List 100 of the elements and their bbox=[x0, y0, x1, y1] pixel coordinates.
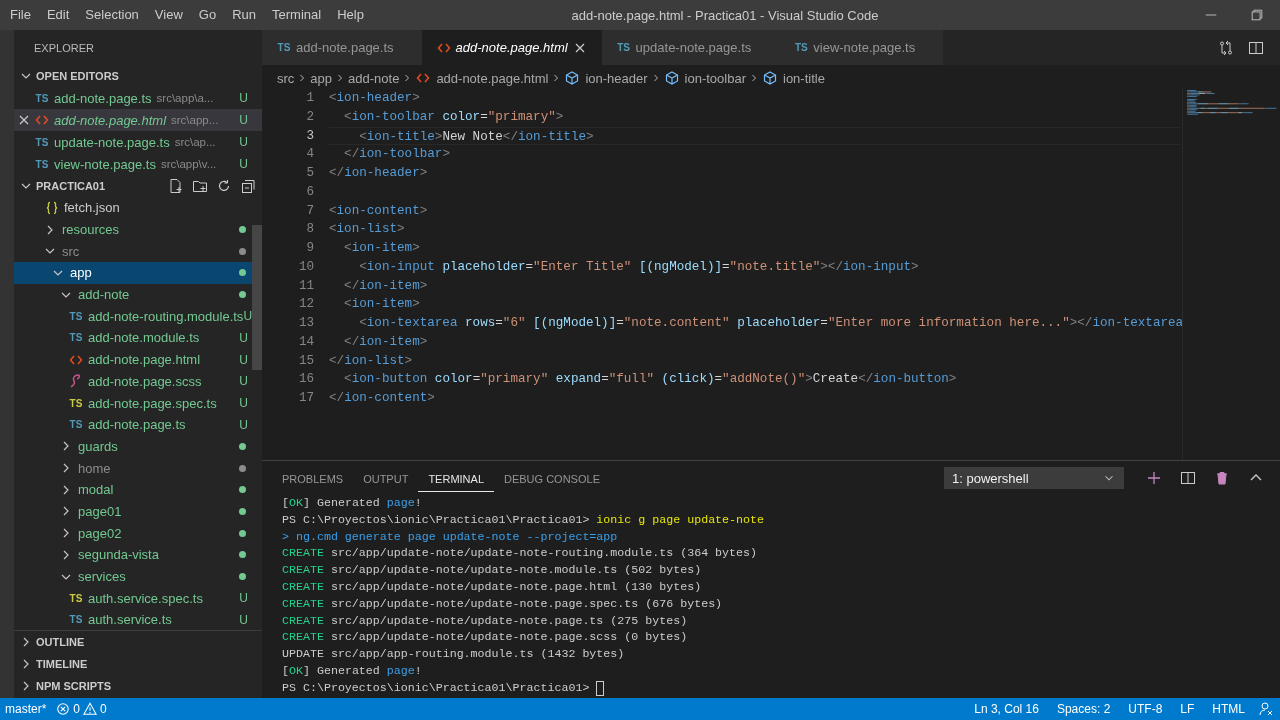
status-item[interactable]: Ln 3, Col 16 bbox=[969, 701, 1044, 717]
menu-item[interactable]: File bbox=[2, 0, 39, 30]
file-name: add-note.module.ts bbox=[88, 330, 200, 346]
tree-item[interactable]: add-note.page.scss U bbox=[14, 370, 252, 393]
tree-item[interactable]: guards bbox=[14, 435, 252, 458]
line-number: 5 bbox=[305, 165, 314, 182]
line-number: 13 bbox=[297, 315, 314, 332]
terminal-dropdown[interactable]: 1: powershell bbox=[944, 467, 1124, 489]
open-editor-item[interactable]: TS view-note.page.ts src\app\v... U bbox=[14, 153, 262, 175]
tree-item[interactable]: TS add-note.module.ts U bbox=[14, 327, 252, 349]
tree-item[interactable]: add-note bbox=[14, 283, 252, 306]
section-header[interactable]: OUTLINE bbox=[14, 631, 262, 653]
file-name: home bbox=[78, 460, 111, 476]
tree-item[interactable]: TS add-note.page.ts U bbox=[14, 413, 252, 436]
breadcrumb[interactable]: app bbox=[310, 70, 333, 86]
code-line: </ion-item> bbox=[343, 334, 428, 349]
file-name: add-note.page.html bbox=[54, 112, 167, 128]
tree-item[interactable]: page01 bbox=[14, 500, 252, 523]
tree-item[interactable]: services bbox=[14, 565, 252, 588]
split-editor-icon bbox=[1248, 39, 1264, 56]
editor-tab[interactable]: TS view-note.page.ts bbox=[779, 30, 944, 65]
tree-item[interactable]: TS auth.service.ts U bbox=[14, 609, 252, 630]
tree-item[interactable]: TS add-note-routing.module.tsU bbox=[14, 305, 252, 328]
file-path: src\app\a... bbox=[156, 92, 214, 104]
editor-tab[interactable]: TS add-note.page.ts bbox=[262, 30, 422, 65]
cube-icon bbox=[564, 70, 581, 86]
trash-icon bbox=[1214, 470, 1230, 486]
typescript-file-icon: TS bbox=[68, 592, 84, 604]
git-status: U bbox=[239, 330, 248, 345]
open-editor-item[interactable]: TS update-note.page.ts src\ap... U bbox=[14, 131, 262, 153]
file-name: add-note.page.scss bbox=[88, 373, 202, 389]
breadcrumb[interactable]: ion-title bbox=[762, 70, 825, 86]
tree-item[interactable]: TS add-note.page.spec.ts U bbox=[14, 392, 252, 414]
problems-indicator[interactable]: 0 0 bbox=[51, 702, 112, 716]
terminal-line: [OK] Generated page! bbox=[282, 495, 422, 511]
panel-tab[interactable]: PROBLEMS bbox=[272, 464, 354, 492]
open-editor-item[interactable]: add-note.page.html src\app... U bbox=[14, 109, 262, 131]
file-name: add-note bbox=[78, 287, 130, 303]
scrollbar-thumb[interactable] bbox=[252, 225, 262, 370]
tree-item[interactable]: segunda-vista bbox=[14, 544, 252, 566]
git-branch[interactable]: master* bbox=[0, 702, 52, 716]
git-status: U bbox=[239, 352, 248, 367]
editor-tab[interactable]: add-note.page.html bbox=[421, 30, 602, 65]
panel-tab[interactable]: OUTPUT bbox=[353, 464, 419, 492]
file-name: auth.service.spec.ts bbox=[88, 590, 203, 606]
status-item[interactable]: LF bbox=[1175, 701, 1200, 717]
section-header[interactable]: OPEN EDITORS bbox=[14, 65, 262, 87]
tree-item[interactable]: fetch.json bbox=[14, 197, 252, 219]
line-number: 2 bbox=[305, 108, 314, 126]
compare-changes-icon bbox=[1218, 39, 1234, 56]
status-item[interactable]: UTF-8 bbox=[1123, 701, 1168, 717]
line-number: 16 bbox=[297, 371, 314, 389]
tree-item[interactable]: TS auth.service.spec.ts U bbox=[14, 587, 252, 610]
section-header[interactable]: PRACTICA01 bbox=[14, 175, 262, 197]
code-line: <ion-list> bbox=[329, 222, 405, 237]
code-line: <ion-input placeholder="Enter Title" [(ngModel)]="note.title"></ion-input> bbox=[358, 259, 919, 274]
status-item[interactable]: Spaces: 2 bbox=[1051, 701, 1116, 717]
breadcrumb[interactable]: ion-header bbox=[564, 70, 648, 86]
typescript-file-icon: TS bbox=[68, 614, 84, 626]
menu-item[interactable]: View bbox=[146, 0, 191, 30]
editor-tab[interactable]: TS update-note.page.ts bbox=[601, 30, 780, 65]
breadcrumb[interactable]: ion-toolbar bbox=[663, 70, 746, 86]
breadcrumb[interactable]: add-note bbox=[348, 70, 400, 86]
file-path: src\app... bbox=[171, 114, 219, 126]
tree-item[interactable]: modal bbox=[14, 478, 252, 501]
menu-item[interactable]: Run bbox=[224, 0, 264, 30]
breadcrumb[interactable]: src bbox=[277, 70, 295, 86]
menu-item[interactable]: Help bbox=[329, 0, 372, 30]
refresh-icon bbox=[216, 178, 232, 194]
menu-item[interactable]: Go bbox=[190, 0, 225, 30]
tree-item[interactable]: src bbox=[14, 240, 252, 263]
breadcrumb[interactable]: add-note.page.html bbox=[415, 70, 549, 86]
file-name: page02 bbox=[78, 525, 122, 541]
panel-tab[interactable]: DEBUG CONSOLE bbox=[494, 464, 610, 492]
file-name: fetch.json bbox=[64, 200, 120, 216]
terminal-line: [OK] Generated page! bbox=[282, 662, 422, 679]
menu-item[interactable]: Terminal bbox=[264, 0, 330, 30]
code-line: <ion-item> bbox=[343, 241, 420, 255]
terminal-line: PS C:\Proyectos\ionic\Practica01\Practica01> ionic g page update-note bbox=[282, 511, 764, 528]
tree-item[interactable]: page02 bbox=[14, 522, 252, 544]
git-status: U bbox=[239, 612, 248, 627]
tree-item[interactable]: resources bbox=[14, 218, 252, 241]
tree-item[interactable]: app bbox=[14, 262, 252, 284]
line-number: 15 bbox=[297, 352, 314, 370]
tree-item[interactable]: home bbox=[14, 457, 252, 479]
file-name: resources bbox=[62, 222, 120, 238]
panel-tab[interactable]: TERMINAL bbox=[418, 464, 494, 492]
git-status: U bbox=[239, 157, 248, 171]
menu-item[interactable]: Selection bbox=[77, 0, 147, 30]
menu-item[interactable]: Edit bbox=[38, 0, 78, 30]
file-name: view-note.page.ts bbox=[54, 156, 156, 172]
section-header[interactable]: TIMELINE bbox=[14, 653, 262, 675]
tree-item[interactable]: add-note.page.html U bbox=[14, 348, 252, 371]
status-item[interactable]: HTML bbox=[1207, 701, 1250, 717]
open-editor-item[interactable]: TS add-note.page.ts src\app\a... U bbox=[14, 87, 262, 109]
file-name: page01 bbox=[78, 503, 122, 519]
typescript-file-icon: TS bbox=[34, 92, 50, 104]
section-header[interactable]: NPM SCRIPTS bbox=[14, 675, 262, 697]
file-name: modal bbox=[78, 482, 114, 498]
file-name: segunda-vista bbox=[78, 547, 159, 563]
